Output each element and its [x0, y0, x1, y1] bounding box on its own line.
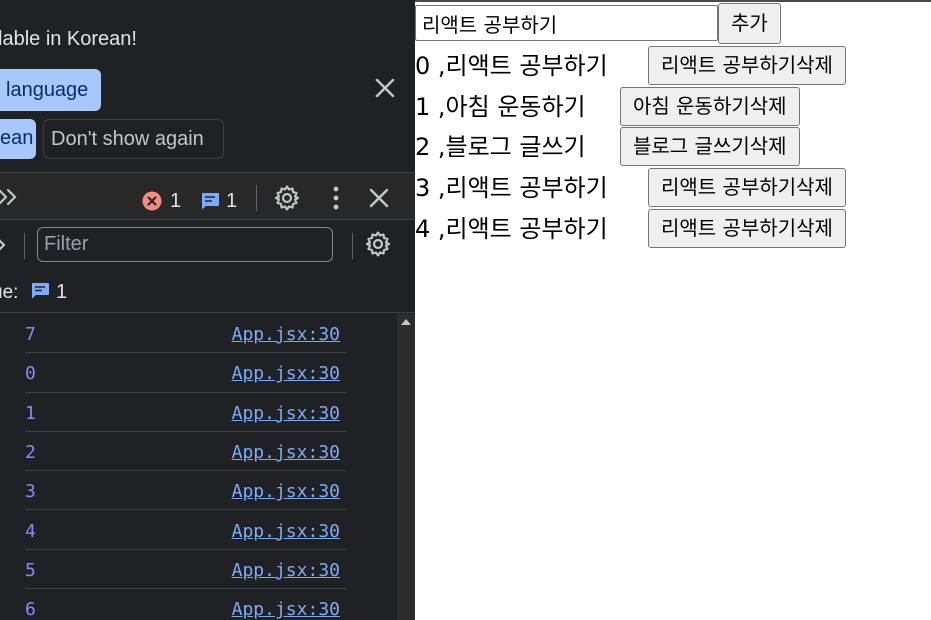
- console-filter-bar: [0, 221, 415, 269]
- log-row: 6 App.jsx:30: [25, 589, 346, 620]
- todo-item: 2 ,블로그 글쓰기 블로그 글쓰기삭제: [415, 125, 931, 166]
- console-settings-gear-icon[interactable]: [364, 230, 392, 258]
- log-value: 4: [25, 520, 36, 542]
- close-icon[interactable]: [372, 75, 398, 101]
- message-icon[interactable]: [200, 192, 220, 210]
- log-row: 1 App.jsx:30: [25, 393, 346, 432]
- todo-text: 4 ,리액트 공부하기: [415, 215, 608, 243]
- log-source-link[interactable]: App.jsx:30: [232, 324, 340, 345]
- todo-item: 1 ,아침 운동하기 아침 운동하기삭제: [415, 85, 931, 126]
- filter-input[interactable]: [37, 227, 333, 262]
- always-match-korean-button[interactable]: ean: [0, 119, 36, 159]
- toolbar-divider: [256, 185, 257, 211]
- log-row: 7 App.jsx:30: [25, 314, 346, 354]
- log-row: 2 App.jsx:30: [25, 432, 346, 472]
- filter-divider: [352, 233, 353, 259]
- log-row: 5 App.jsx:30: [25, 550, 346, 590]
- filter-divider: [24, 233, 25, 259]
- todo-text: 0 ,리액트 공부하기: [415, 52, 608, 80]
- message-count[interactable]: 1: [226, 190, 237, 213]
- issues-label: ue:: [0, 282, 19, 303]
- language-banner: lable in Korean! language ean Don't show…: [0, 0, 415, 172]
- issue-message-icon: [32, 283, 49, 299]
- dont-show-again-button[interactable]: Don't show again: [43, 119, 224, 159]
- log-value: 0: [25, 363, 36, 385]
- delete-button[interactable]: 아침 운동하기삭제: [620, 87, 800, 126]
- console-log: 7 App.jsx:30 0 App.jsx:30 1 App.jsx:30 2…: [0, 314, 397, 620]
- banner-message: lable in Korean!: [0, 28, 137, 50]
- log-row: 0 App.jsx:30: [25, 353, 346, 393]
- switch-language-button[interactable]: language: [0, 69, 101, 111]
- todo-input[interactable]: [415, 5, 718, 41]
- log-value: 3: [25, 481, 36, 503]
- devtools-panel: lable in Korean! language ean Don't show…: [0, 0, 415, 620]
- devtools-toolbar: 1 1: [0, 172, 415, 220]
- close-devtools-icon[interactable]: [367, 186, 391, 210]
- todo-item: 4 ,리액트 공부하기 리액트 공부하기삭제: [415, 207, 931, 248]
- log-source-link[interactable]: App.jsx:30: [232, 599, 340, 620]
- log-row: 4 App.jsx:30: [25, 511, 346, 550]
- todo-item: 3 ,리액트 공부하기 리액트 공부하기삭제: [415, 166, 931, 207]
- issues-bar[interactable]: ue: 1: [0, 270, 415, 313]
- delete-button[interactable]: 리액트 공부하기삭제: [648, 209, 846, 248]
- error-count[interactable]: 1: [170, 190, 181, 213]
- add-button[interactable]: 추가: [718, 3, 781, 44]
- more-options-icon[interactable]: [330, 185, 342, 211]
- log-source-link[interactable]: App.jsx:30: [232, 403, 340, 424]
- log-value: 1: [25, 402, 36, 424]
- log-value: 5: [25, 559, 36, 581]
- log-source-link[interactable]: App.jsx:30: [232, 442, 340, 463]
- log-value: 2: [25, 441, 36, 463]
- more-tabs-icon[interactable]: [0, 185, 22, 209]
- expand-sidebar-icon[interactable]: [0, 234, 8, 256]
- error-icon[interactable]: [142, 191, 162, 211]
- delete-button[interactable]: 리액트 공부하기삭제: [648, 168, 846, 207]
- delete-button[interactable]: 블로그 글쓰기삭제: [620, 127, 800, 166]
- log-row: 3 App.jsx:30: [25, 471, 346, 511]
- todo-text: 2 ,블로그 글쓰기: [415, 133, 586, 161]
- log-source-link[interactable]: App.jsx:30: [232, 363, 340, 384]
- todo-text: 3 ,리액트 공부하기: [415, 174, 608, 202]
- console-scrollbar[interactable]: [397, 314, 415, 620]
- todo-app: 추가 0 ,리액트 공부하기 리액트 공부하기삭제 1 ,아침 운동하기 아침 …: [415, 0, 931, 620]
- scroll-up-arrow-icon[interactable]: [401, 319, 411, 325]
- settings-gear-icon[interactable]: [273, 184, 301, 212]
- log-source-link[interactable]: App.jsx:30: [232, 521, 340, 542]
- log-source-link[interactable]: App.jsx:30: [232, 560, 340, 581]
- log-value: 6: [25, 599, 36, 620]
- log-value: 7: [25, 324, 36, 345]
- delete-button[interactable]: 리액트 공부하기삭제: [648, 46, 846, 85]
- todo-text: 1 ,아침 운동하기: [415, 93, 586, 121]
- todo-item: 0 ,리액트 공부하기 리액트 공부하기삭제: [415, 44, 931, 85]
- issues-count: 1: [56, 281, 68, 303]
- log-source-link[interactable]: App.jsx:30: [232, 481, 340, 502]
